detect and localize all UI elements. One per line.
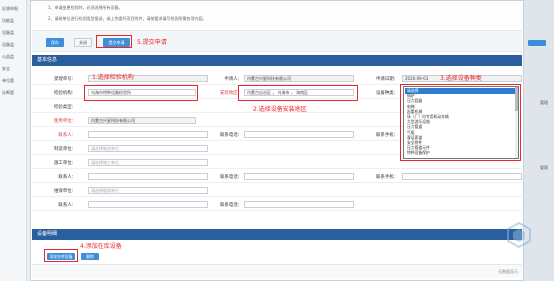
annotation-box-install-area xyxy=(238,85,358,101)
nav-item[interactable]: 公益监 xyxy=(2,54,14,60)
annotation-box-inspection-org xyxy=(84,85,198,101)
contact-mobile2-label: 联系手机： xyxy=(376,175,398,180)
save-button[interactable]: 保存 xyxy=(46,38,64,47)
nav-item[interactable]: 诊断管 xyxy=(2,90,14,96)
section-header-basic: 基本信息 xyxy=(32,55,522,66)
contact-phone2-label: 联系电话： xyxy=(220,175,242,180)
table-status: 无数据显示 xyxy=(498,269,518,274)
contact3-label: 联系人： xyxy=(58,203,76,208)
logo-icon xyxy=(507,222,531,248)
form-row: 联系人： 联系电话： xyxy=(32,198,522,211)
notice-line: 1、申请变更检验时，必须选择所有设备。 xyxy=(48,5,123,10)
close-button[interactable]: 关闭 xyxy=(74,38,92,47)
form-row: 联系人： 联系电话： 联系手机： xyxy=(32,170,522,183)
background-button[interactable] xyxy=(528,40,546,46)
nav-item[interactable]: 安全 xyxy=(2,66,10,72)
contact-mobile-label: 联系手机： xyxy=(376,133,398,138)
applicant-label: 申请人： xyxy=(224,77,242,82)
constructor-label: 施工单位： xyxy=(54,161,76,166)
constructor-input[interactable]: 请选择施工单位 xyxy=(88,159,208,166)
nav-item[interactable]: 功能监 xyxy=(2,18,14,24)
annotation-label: 3.选择设备种类 xyxy=(440,75,482,82)
annotation-label: 1.选择检验机构 xyxy=(92,74,134,81)
apply-date-label: 申请日期： xyxy=(376,77,398,82)
user-org-label: 使用单位： xyxy=(54,119,76,124)
contact2-input[interactable] xyxy=(88,173,208,180)
inspection-org-label: 检验机构： xyxy=(54,91,76,96)
form-row: 维保单位： 请选择维保单位 xyxy=(32,184,522,197)
user-org-field: 内蒙古兴星科技有限公司 xyxy=(88,117,196,124)
contact-phone3-input[interactable] xyxy=(244,201,354,208)
delete-equipment-button[interactable]: 删除 xyxy=(81,253,99,260)
annotation-label: 4.添加在库设备 xyxy=(80,243,122,250)
annotation-label: 2.选择设备安装地区 xyxy=(253,106,307,113)
annotation-box-add-equipment xyxy=(44,249,78,262)
annotation-box-equip-type xyxy=(400,84,521,161)
contact-input[interactable] xyxy=(88,131,208,138)
nav-item[interactable]: 反馈申报 xyxy=(2,6,18,12)
annotation-label: 5.提交申请 xyxy=(137,39,167,46)
left-nav: 反馈申报 功能监 设备监 设备监 公益监 安全 单位管 诊断管 xyxy=(0,0,27,281)
contact-phone-input[interactable] xyxy=(244,131,354,138)
notice-panel: 1、申请变更检验时，必须选择所有设备。 2、请按单位进行检测类型报送，或上传委托… xyxy=(32,1,522,29)
maker-input[interactable]: 请选择制造单位 xyxy=(88,145,208,152)
maintain-label: 维保单位： xyxy=(54,189,76,194)
section-header-equipment: 设备明细 xyxy=(32,229,522,240)
contact-phone-label: 联系电话： xyxy=(220,133,242,138)
contact-phone3-label: 联系电话： xyxy=(220,203,242,208)
contact3-input[interactable] xyxy=(88,201,208,208)
nav-item[interactable]: 设备监 xyxy=(2,42,14,48)
apply-no-label: 受理单号： xyxy=(54,77,76,82)
notice-line: 2、请按单位进行检测类型报送，或上传委托项目附件，请按要求填写检测所需各项内容。 xyxy=(48,16,207,21)
background-label: 管理 xyxy=(540,165,548,170)
nav-item[interactable]: 单位管 xyxy=(2,78,14,84)
maintain-input[interactable]: 请选择维保单位 xyxy=(88,187,208,194)
annotation-box-submit xyxy=(96,35,132,48)
equip-type-label: 设备种类： xyxy=(376,91,398,96)
contact-mobile2-input[interactable] xyxy=(402,173,522,180)
contact-phone2-input[interactable] xyxy=(244,173,354,180)
inspection-type-label: 检验类型： xyxy=(54,105,76,110)
contact-label: 联系人： xyxy=(58,133,76,138)
applicant-field: 内蒙古兴星科技有限公司 xyxy=(244,75,354,82)
background-label: 管理 xyxy=(540,100,548,105)
equipment-table: 无数据显示 xyxy=(32,264,522,278)
nav-item[interactable]: 设备监 xyxy=(2,30,14,36)
maker-label: 制造单位： xyxy=(54,147,76,152)
contact2-label: 联系人： xyxy=(58,175,76,180)
